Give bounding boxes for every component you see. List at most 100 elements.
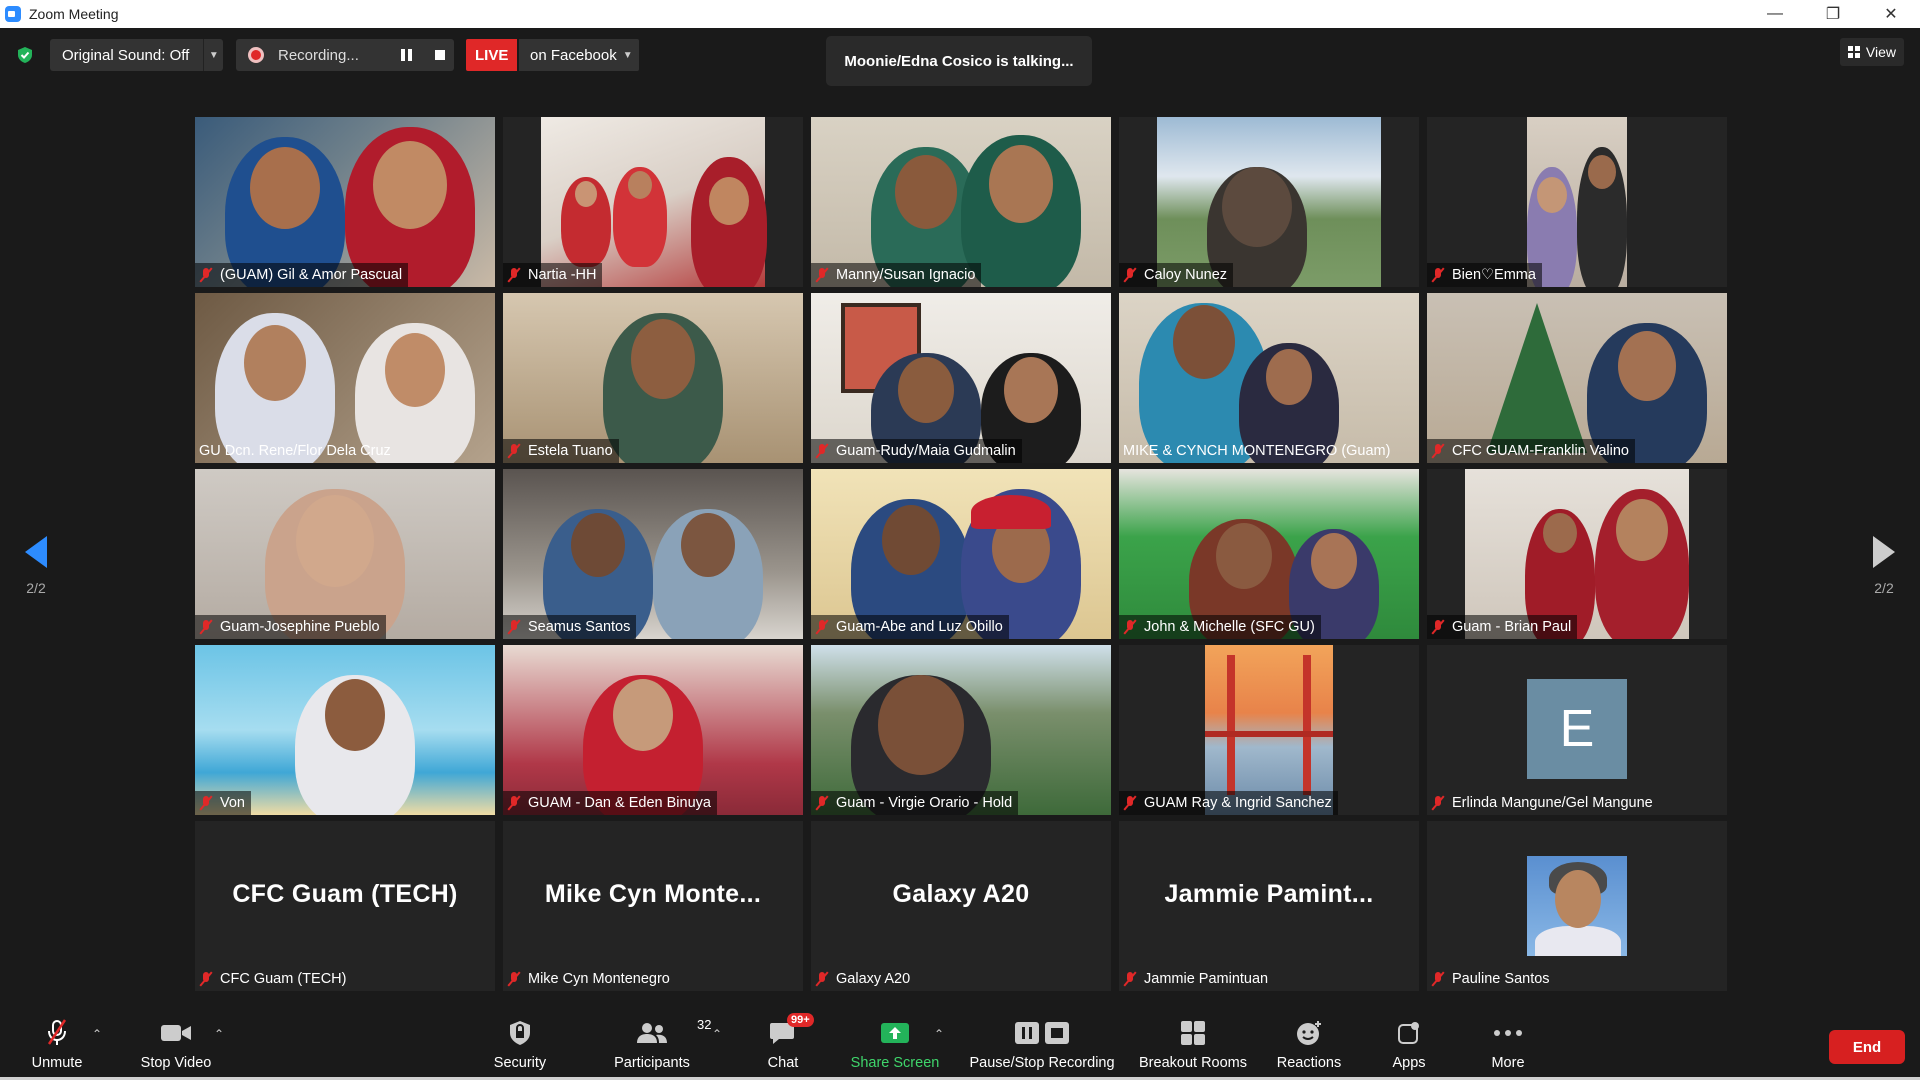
chat-label: Chat [767, 1055, 799, 1071]
participant-name-tag: Guam-Rudy/Maia Gudmalin [811, 439, 1022, 463]
participant-name-tag: Seamus Santos [503, 615, 637, 639]
participant-tile[interactable]: E Erlinda Mangune/Gel Mangune [1427, 645, 1727, 815]
mic-muted-icon [1123, 267, 1137, 283]
participant-tile[interactable]: Caloy Nunez [1119, 117, 1419, 287]
participant-name: Bien♡Emma [1452, 267, 1536, 283]
participant-name-tag: Guam - Virgie Orario - Hold [811, 791, 1019, 815]
unmute-button[interactable]: Unmute [26, 1017, 88, 1077]
participant-name-tag: Von [195, 791, 251, 815]
chat-button[interactable]: 99+ Chat [757, 1013, 814, 1077]
participant-display-name: CFC Guam (TECH) [232, 879, 458, 908]
participant-tile[interactable]: Guam - Virgie Orario - Hold [811, 645, 1111, 815]
participant-tile[interactable]: Von [195, 645, 495, 815]
participant-tile[interactable]: (GUAM) Gil & Amor Pascual [195, 117, 495, 287]
apps-button[interactable]: Apps [1389, 1017, 1429, 1077]
original-sound-label: Original Sound: Off [62, 46, 190, 64]
mic-muted-icon [1431, 795, 1445, 811]
stop-recording-icon[interactable] [435, 50, 445, 60]
participant-name: Nartia -HH [528, 267, 597, 283]
video-feed [503, 293, 803, 463]
participants-button[interactable]: 32 Participants [608, 1017, 711, 1077]
chevron-down-icon: ▼ [622, 49, 633, 61]
more-dots-icon [1493, 1017, 1523, 1049]
participant-tile[interactable]: Bien♡Emma [1427, 117, 1727, 287]
pause-recording-icon[interactable] [401, 49, 413, 61]
participant-tile[interactable]: CFC Guam (TECH) CFC Guam (TECH) [195, 821, 495, 991]
participant-tile[interactable]: GU Dcn. Rene/Flor Dela Cruz [195, 293, 495, 463]
stop-video-label: Stop Video [140, 1055, 212, 1071]
participant-name-tag: Nartia -HH [503, 263, 603, 287]
participant-tile[interactable]: Mike Cyn Monte... Mike Cyn Montenegro [503, 821, 803, 991]
restore-icon[interactable]: ❐ [1804, 0, 1862, 28]
participant-name: John & Michelle (SFC GU) [1144, 619, 1315, 635]
participant-tile[interactable]: Guam-Rudy/Maia Gudmalin [811, 293, 1111, 463]
reactions-button[interactable]: Reactions [1274, 1017, 1344, 1077]
participant-tile[interactable]: Pauline Santos [1427, 821, 1727, 991]
participant-tile[interactable]: GUAM Ray & Ingrid Sanchez [1119, 645, 1419, 815]
stop-video-button[interactable]: Stop Video [134, 1017, 218, 1077]
mic-muted-icon [199, 971, 213, 987]
mic-muted-icon [507, 443, 521, 459]
participant-tile[interactable]: Manny/Susan Ignacio [811, 117, 1111, 287]
recording-indicator: Recording... [236, 39, 454, 71]
original-sound-button[interactable]: Original Sound: Off ▼ [50, 39, 224, 71]
participant-name: GU Dcn. Rene/Flor Dela Cruz [199, 443, 391, 459]
participant-tile[interactable]: Jammie Pamint... Jammie Pamintuan [1119, 821, 1419, 991]
view-button[interactable]: View [1839, 38, 1904, 66]
mic-muted-icon [1123, 619, 1137, 635]
end-meeting-button[interactable]: End [1829, 1030, 1905, 1064]
participant-tile[interactable]: Galaxy A20 Galaxy A20 [811, 821, 1111, 991]
close-icon[interactable]: ✕ [1862, 0, 1920, 28]
mic-muted-icon [507, 267, 521, 283]
video-options-chevron-up-icon[interactable]: ⌃ [214, 1027, 224, 1041]
video-feed [503, 469, 803, 639]
video-gallery: (GUAM) Gil & Amor Pascual Nartia -HH Man… [195, 117, 1727, 992]
breakout-rooms-button[interactable]: Breakout Rooms [1134, 1017, 1252, 1077]
apps-icon [1396, 1017, 1422, 1049]
next-page-button[interactable]: 2/2 [1864, 536, 1904, 606]
mic-muted-icon [815, 443, 829, 459]
participant-tile[interactable]: Seamus Santos [503, 469, 803, 639]
video-feed [195, 469, 495, 639]
video-feed [195, 117, 495, 287]
recording-label: Recording... [278, 46, 359, 64]
more-button[interactable]: More [1486, 1017, 1530, 1077]
previous-page-button[interactable]: 2/2 [16, 536, 56, 606]
participant-tile[interactable]: Estela Tuano [503, 293, 803, 463]
share-screen-button[interactable]: Share Screen [850, 1017, 940, 1077]
minimize-icon[interactable]: — [1746, 0, 1804, 28]
encryption-shield-icon[interactable] [16, 46, 34, 64]
mic-muted-icon [199, 619, 213, 635]
view-label: View [1865, 44, 1896, 60]
security-button[interactable]: Security [488, 1017, 552, 1077]
participant-name-tag: Manny/Susan Ignacio [811, 263, 982, 287]
active-speaker-toast: Moonie/Edna Cosico is talking... [826, 36, 1092, 86]
participant-name-tag: GUAM - Dan & Eden Binuya [503, 791, 717, 815]
participant-tile[interactable]: John & Michelle (SFC GU) [1119, 469, 1419, 639]
share-options-chevron-up-icon[interactable]: ⌃ [934, 1027, 944, 1041]
participant-name-tag: CFC GUAM-Franklin Valino [1427, 439, 1635, 463]
mic-off-icon [43, 1017, 71, 1049]
participant-name-tag: GUAM Ray & Ingrid Sanchez [1119, 791, 1338, 815]
participant-name: Guam-Rudy/Maia Gudmalin [836, 443, 1016, 459]
video-feed [1205, 645, 1333, 815]
participant-tile[interactable]: Guam - Brian Paul [1427, 469, 1727, 639]
security-shield-icon [507, 1017, 533, 1049]
participant-tile[interactable]: GUAM - Dan & Eden Binuya [503, 645, 803, 815]
participant-tile[interactable]: Nartia -HH [503, 117, 803, 287]
participant-name: Estela Tuano [528, 443, 613, 459]
chevron-down-icon[interactable]: ▼ [203, 39, 223, 71]
participants-chevron-up-icon[interactable]: ⌃ [712, 1027, 722, 1041]
participant-tile[interactable]: CFC GUAM-Franklin Valino [1427, 293, 1727, 463]
video-feed [1119, 469, 1419, 639]
pause-stop-recording-button[interactable]: Pause/Stop Recording [966, 1017, 1118, 1077]
participant-tile[interactable]: MIKE & CYNCH MONTENEGRO (Guam) [1119, 293, 1419, 463]
audio-options-chevron-up-icon[interactable]: ⌃ [92, 1027, 102, 1041]
live-destination-button[interactable]: on Facebook ▼ [519, 39, 639, 71]
video-feed [811, 469, 1111, 639]
participant-name: Guam - Virgie Orario - Hold [836, 795, 1013, 811]
participant-tile[interactable]: Guam-Josephine Pueblo [195, 469, 495, 639]
participant-tile[interactable]: Guam-Abe and Luz Obillo [811, 469, 1111, 639]
participant-name-tag: Mike Cyn Montenegro [503, 967, 676, 991]
video-feed [1119, 293, 1419, 463]
